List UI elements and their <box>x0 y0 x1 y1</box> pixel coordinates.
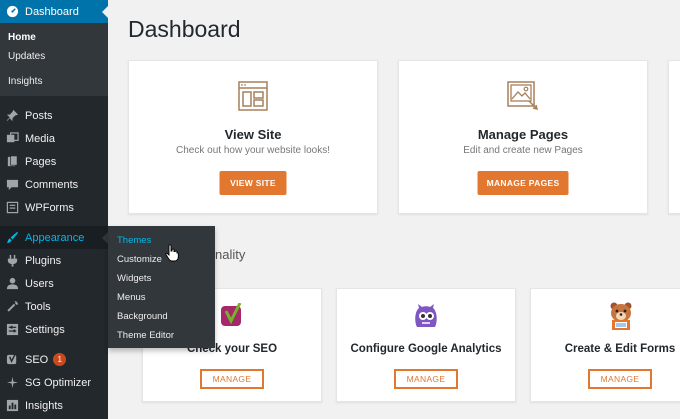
appearance-flyout-menu: Themes Customize Widgets Menus Backgroun… <box>108 226 215 348</box>
sidebar-item-label: SG Optimizer <box>25 376 92 389</box>
page-title: Dashboard <box>128 16 241 42</box>
yoast-seo-icon <box>220 302 246 334</box>
card-title: View Site <box>224 127 282 142</box>
sidebar-item-users[interactable]: Users <box>0 272 108 295</box>
yoast-icon <box>5 353 19 367</box>
sidebar-item-label: Users <box>25 277 54 290</box>
paintbrush-icon <box>5 231 19 245</box>
flyout-item-themes[interactable]: Themes <box>117 235 151 246</box>
manage-forms-button[interactable]: MANAGE <box>588 369 652 389</box>
sidebar-item-posts[interactable]: Posts <box>0 104 108 127</box>
plug-icon <box>5 254 19 268</box>
partial-card <box>668 60 680 214</box>
flyout-item-background[interactable]: Background <box>117 311 168 322</box>
submenu-home[interactable]: Home <box>8 32 36 43</box>
sidebar-item-plugins[interactable]: Plugins <box>0 249 108 272</box>
browser-layout-icon <box>238 81 268 116</box>
wrench-icon <box>5 300 19 314</box>
admin-sidebar: Dashboard Home Updates Insights Posts Me… <box>0 0 108 419</box>
sidebar-item-label: Settings <box>25 323 65 336</box>
dashboard-icon <box>5 5 19 19</box>
edit-forms-card: Create & Edit Forms MANAGE <box>530 288 680 402</box>
sidebar-item-label: Posts <box>25 109 53 122</box>
flyout-item-customize[interactable]: Customize <box>117 254 162 265</box>
wpforms-bear-icon <box>605 301 637 336</box>
flyout-item-widgets[interactable]: Widgets <box>117 273 151 284</box>
sidebar-item-label: Comments <box>25 178 79 191</box>
manage-analytics-button[interactable]: MANAGE <box>394 369 458 389</box>
sidebar-item-sg-optimizer[interactable]: SG Optimizer <box>0 371 108 394</box>
card-subtitle: Edit and create new Pages <box>463 145 583 156</box>
sidebar-item-pages[interactable]: Pages <box>0 150 108 173</box>
manage-pages-button[interactable]: MANAGE PAGES <box>477 171 569 195</box>
card-title: Create & Edit Forms <box>564 343 676 355</box>
media-icon <box>5 131 19 146</box>
insights-icon <box>5 399 19 413</box>
form-icon <box>5 201 19 215</box>
sidebar-item-appearance[interactable]: Appearance <box>0 226 108 249</box>
hand-cursor-icon <box>165 244 179 262</box>
sidebar-item-label: Insights <box>25 399 63 412</box>
flyout-item-theme-editor[interactable]: Theme Editor <box>117 330 174 341</box>
image-page-icon <box>507 81 539 116</box>
submenu-updates[interactable]: Updates <box>8 51 45 62</box>
sidebar-item-label: Plugins <box>25 254 62 267</box>
sidebar-item-settings[interactable]: Settings <box>0 318 108 341</box>
pushpin-icon <box>5 109 19 123</box>
pages-icon <box>5 155 19 169</box>
settings-sliders-icon <box>5 323 19 337</box>
sidebar-item-label: Dashboard <box>25 5 79 18</box>
sidebar-item-label: Appearance <box>25 231 85 244</box>
card-title: Manage Pages <box>477 127 569 142</box>
manage-seo-button[interactable]: MANAGE <box>200 369 264 389</box>
comment-bubble-icon <box>5 178 19 192</box>
view-site-card: View Site Check out how your website loo… <box>128 60 378 214</box>
sidebar-item-wpforms[interactable]: WPForms <box>0 196 108 219</box>
sidebar-item-label: Pages <box>25 155 57 168</box>
card-title: Configure Google Analytics <box>350 343 502 355</box>
card-subtitle: Check out how your website looks! <box>176 145 330 156</box>
sidebar-item-comments[interactable]: Comments <box>0 173 108 196</box>
sidebar-item-media[interactable]: Media <box>0 127 108 150</box>
sidebar-item-dashboard[interactable]: Dashboard <box>0 0 108 23</box>
sidebar-item-label: Media <box>25 132 55 145</box>
sidebar-item-label: Tools <box>25 300 51 313</box>
monsterinsights-icon <box>411 301 441 336</box>
sidebar-item-tools[interactable]: Tools <box>0 295 108 318</box>
flyout-item-menus[interactable]: Menus <box>117 292 146 303</box>
user-icon <box>5 277 19 291</box>
view-site-button[interactable]: VIEW SITE <box>219 171 287 195</box>
dashboard-submenu: Home Updates Insights <box>0 23 108 96</box>
google-analytics-card: Configure Google Analytics MANAGE <box>336 288 516 402</box>
submenu-insights[interactable]: Insights <box>8 76 42 87</box>
sidebar-item-label: SEO <box>25 353 49 366</box>
sidebar-item-insights[interactable]: Insights <box>0 394 108 417</box>
sidebar-item-seo[interactable]: SEO 1 <box>0 348 108 371</box>
sg-optimizer-icon <box>5 376 19 390</box>
sidebar-item-label: WPForms <box>25 201 74 214</box>
manage-pages-card: Manage Pages Edit and create new Pages M… <box>398 60 648 214</box>
section-heading: nality <box>215 247 246 262</box>
update-count-badge: 1 <box>53 353 67 366</box>
